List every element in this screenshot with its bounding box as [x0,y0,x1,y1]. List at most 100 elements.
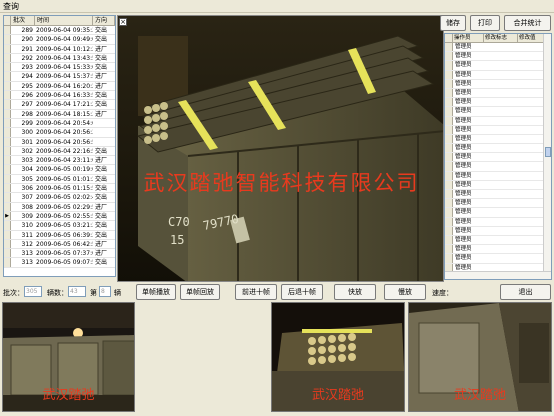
operator-row[interactable]: 管理员 [445,61,551,71]
operator-row[interactable]: 管理员 [445,235,551,246]
col-header-time[interactable]: 时间 [35,16,93,25]
operator-row[interactable]: 管理员 [445,52,551,62]
operator-row[interactable]: 管理员 [445,199,551,209]
operator-row[interactable]: 管理员 [445,208,551,218]
row-indicator [445,79,453,88]
row-indicator [4,26,11,35]
operator-row[interactable]: 管理员 [445,245,551,255]
record-id: 293 [21,64,33,72]
record-row[interactable]: 2932009-06-04 15:33:09交出 [4,63,115,73]
modify-value-cell [518,71,545,79]
forward-ten-button[interactable]: 前进十帧 [235,284,277,300]
col-header-direction[interactable]: 方向 [93,16,115,25]
operator-row[interactable]: 管理员 [445,134,551,145]
print-button[interactable]: 打印 [470,15,500,31]
col-header-modify-flag[interactable]: 修改标志 [484,34,518,42]
exit-button[interactable]: 退出 [500,284,551,300]
record-row[interactable]: 2962009-06-04 16:33:51交出 [4,91,115,101]
scrollbar-thumb[interactable] [545,147,551,157]
car-marking-line2: 15 [170,233,184,247]
slow-play-button[interactable]: 慢放 [384,284,426,300]
record-row[interactable]: 3112009-06-05 06:39:30交出 [4,230,115,240]
thumbnail-3[interactable]: 武汉踏弛 [408,302,552,412]
record-row[interactable]: 3052009-06-05 01:01:28交出 [4,174,115,185]
operator-row[interactable]: 管理员 [445,125,551,135]
thumbnail-2[interactable]: 武汉踏弛 [271,302,405,412]
close-icon[interactable]: × [119,18,127,26]
col-header-modify-value[interactable]: 修改值 [518,34,545,42]
row-indicator [445,199,453,208]
operator-row[interactable]: 管理员 [445,171,551,181]
record-id: 306 [21,185,33,193]
single-frame-back-button[interactable]: 单帧回放 [180,284,220,300]
operator-row[interactable]: 管理员 [445,180,551,190]
record-row[interactable]: 3132009-06-05 07:37:08进厂 [4,249,115,259]
save-button[interactable]: 储存 [440,15,466,31]
record-row[interactable]: ▶ 3092009-06-05 02:55:51交出 [4,211,115,222]
back-ten-button[interactable]: 后退十帧 [281,284,323,300]
fast-play-button[interactable]: 快放 [334,284,376,300]
record-id: 296 [21,92,33,100]
nth-field[interactable]: 8 [99,286,111,297]
record-row[interactable]: 2922009-06-04 13:43:54交出 [4,53,115,64]
thumbnail-1[interactable]: 武汉踏弛 [2,302,135,412]
record-id: 301 [21,138,33,146]
record-row[interactable]: 2942009-06-04 15:37:58进厂 [4,72,115,82]
batch-field[interactable]: 305 [24,286,42,297]
operator-row[interactable]: 管理员 [445,190,551,200]
record-table[interactable]: 批次 时间 方向 2892009-06-04 09:35:36交出2902009… [3,15,116,277]
record-row[interactable]: 3002009-06-04 20:56:30 [4,128,115,138]
record-row[interactable]: 3072009-06-05 02:02:40交出 [4,193,115,203]
modify-value-cell [518,98,545,106]
vertical-scrollbar[interactable] [543,34,551,279]
record-row[interactable]: 2992009-06-04 20:54:02 [4,118,115,129]
record-row[interactable]: 2902009-06-04 09:49:06交出 [4,35,115,45]
horizontal-scrollbar[interactable] [445,271,551,279]
record-row[interactable]: 2912009-06-04 10:12:27进厂 [4,44,115,54]
operator-table[interactable]: 操作员 修改标志 修改值 管理员 管理员 管理员 管理员 管理员 管理员 管理员 管理员 管理员… [444,33,552,280]
row-indicator [445,254,453,263]
operator-row[interactable]: 管理员 [445,162,551,172]
row-indicator [4,35,11,44]
operator-row[interactable]: 管理员 [445,98,551,108]
row-indicator [445,43,453,52]
operator-row[interactable]: 管理员 [445,107,551,117]
operator-row[interactable]: 管理员 [445,254,551,264]
row-indicator [445,171,453,180]
single-frame-play-button[interactable]: 单帧播放 [136,284,176,300]
record-row[interactable]: 3022009-06-04 22:16:58交出 [4,146,115,157]
record-row[interactable]: 3122009-06-05 06:42:59进厂 [4,239,115,250]
record-row[interactable]: 3012009-06-04 20:56:57 [4,137,115,147]
operator-row[interactable]: 管理员 [445,144,551,154]
operator-cell: 管理员 [455,172,472,179]
record-row[interactable]: 3032009-06-04 23:11:06进厂 [4,156,115,166]
count-field[interactable]: 43 [68,286,86,297]
operator-row[interactable]: 管理员 [445,88,551,99]
operator-row[interactable]: 管理员 [445,116,551,126]
merge-stat-button[interactable]: 合并统计 [504,15,551,31]
operator-row[interactable]: 管理员 [445,70,551,80]
operator-row[interactable]: 管理员 [445,79,551,89]
record-row[interactable]: 3082009-06-05 02:29:51进厂 [4,202,115,212]
operator-row[interactable]: 管理员 [445,43,551,53]
record-row[interactable]: 3062009-06-05 01:15:51交出 [4,184,115,194]
record-direction: 进厂 [95,250,108,258]
record-row[interactable]: 2972009-06-04 17:21:28交出 [4,100,115,110]
title-bar: 查询 [0,0,554,13]
record-row[interactable]: 2982009-06-04 18:15:34进厂 [4,109,115,119]
record-row[interactable]: 3132009-06-05 09:07:51交出 [4,258,115,268]
operator-cell: 管理员 [455,145,472,152]
row-indicator [445,235,453,245]
operator-row[interactable]: 管理员 [445,226,551,236]
record-direction: 交出 [95,231,108,239]
record-row[interactable]: 2892009-06-04 09:35:36交出 [4,26,115,36]
operator-cell: 管理员 [455,135,472,142]
operator-row[interactable]: 管理员 [445,217,551,227]
col-header-operator[interactable]: 操作员 [453,34,484,42]
record-row[interactable]: 2952009-06-04 16:20:25进厂 [4,81,115,92]
operator-cell: 管理员 [455,80,472,87]
operator-row[interactable]: 管理员 [445,153,551,163]
record-row[interactable]: 3102009-06-05 03:21:31交出 [4,221,115,231]
record-row[interactable]: 3042009-06-05 00:19:03交出 [4,165,115,175]
col-header-batch[interactable]: 批次 [11,16,35,25]
